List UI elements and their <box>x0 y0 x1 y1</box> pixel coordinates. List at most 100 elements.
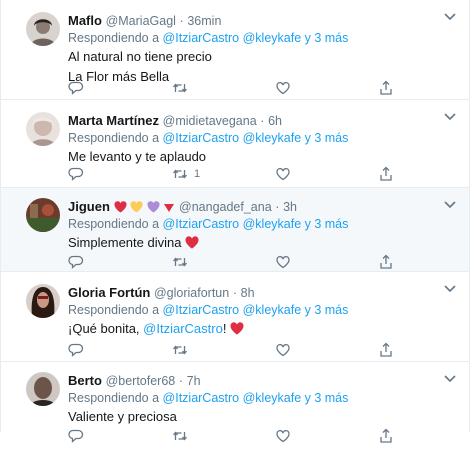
reply-button[interactable] <box>68 80 84 96</box>
like-icon <box>275 166 291 182</box>
replying-to-label: Respondiendo a <box>68 303 160 317</box>
user-handle[interactable]: @gloriafortun <box>154 286 229 300</box>
tweet-text-line: Me levanto y te aplaudo <box>68 149 207 164</box>
user-handle[interactable]: @bertofer68 <box>106 374 176 388</box>
share-button[interactable] <box>378 428 394 444</box>
share-icon <box>378 254 394 270</box>
separator-dot: · <box>275 200 280 214</box>
replying-to-label: Respondiendo a <box>68 217 160 231</box>
tweet-text: Simplemente divina <box>68 233 455 253</box>
tweet-gloria[interactable]: Gloria Fortún @gloriafortun · 8h Respond… <box>1 272 469 362</box>
separator-dot: · <box>178 374 184 388</box>
retweet-button[interactable] <box>172 342 194 358</box>
avatar[interactable] <box>26 284 60 318</box>
avatar[interactable] <box>26 372 60 406</box>
tweet-text-line: Valiente y preciosa <box>68 409 177 424</box>
share-icon <box>378 428 394 444</box>
name-emoji-red-heart <box>114 199 127 214</box>
replying-to: Respondiendo a @ItziarCastro @kleykafe y… <box>68 389 455 407</box>
retweet-button[interactable] <box>172 254 194 270</box>
user-handle[interactable]: @MariaGagl <box>106 14 176 28</box>
tweet-text-line: Simplemente divina <box>68 235 182 250</box>
name-emoji-yellow-heart <box>130 199 143 214</box>
reply-icon <box>68 166 84 182</box>
tweet-marta[interactable]: Marta Martínez @midietavegana · 6h Respo… <box>1 100 469 188</box>
retweet-icon <box>172 80 188 96</box>
timestamp[interactable]: 3h <box>283 200 297 214</box>
display-name[interactable]: Gloria Fortún <box>68 285 150 300</box>
like-button[interactable] <box>275 80 291 96</box>
retweet-button[interactable]: 1 <box>172 166 200 182</box>
share-icon <box>378 342 394 358</box>
reply-icon <box>68 428 84 444</box>
tweet-jiguen[interactable]: Jiguen @nangadef_ana · 3h Respondiendo a… <box>1 188 469 272</box>
like-icon <box>275 254 291 270</box>
retweet-button[interactable] <box>172 428 194 444</box>
caret-down-icon[interactable] <box>443 110 457 121</box>
tweet-actions: 1 <box>68 166 398 182</box>
replying-to: Respondiendo a @ItziarCastro @kleykafe y… <box>68 129 455 147</box>
tweet-berto[interactable]: Berto @bertofer68 · 7h Respondiendo a @I… <box>1 362 469 452</box>
reply-icon <box>68 342 84 358</box>
reply-button[interactable] <box>68 254 84 270</box>
share-button[interactable] <box>378 342 394 358</box>
retweet-count: 1 <box>194 168 201 180</box>
retweet-icon <box>172 254 188 270</box>
display-name[interactable]: Marta Martínez <box>68 113 159 128</box>
replying-to: Respondiendo a @ItziarCastro @kleykafe y… <box>68 301 455 319</box>
like-button[interactable] <box>275 342 291 358</box>
tweet-actions <box>68 80 398 96</box>
like-icon <box>275 428 291 444</box>
retweet-icon <box>172 428 188 444</box>
reply-button[interactable] <box>68 428 84 444</box>
user-handle[interactable]: @nangadef_ana <box>179 200 272 214</box>
display-name[interactable]: Jiguen <box>68 199 110 214</box>
like-button[interactable] <box>275 254 291 270</box>
tweet-text-prefix: ¡Qué bonita, <box>68 321 144 336</box>
share-button[interactable] <box>378 166 394 182</box>
timestamp[interactable]: 36min <box>187 14 221 28</box>
tweet-actions <box>68 254 398 270</box>
separator-dot: · <box>260 114 265 128</box>
reply-icon <box>68 80 84 96</box>
replying-to-mentions[interactable]: @ItziarCastro @kleykafe y 3 más <box>163 31 349 45</box>
replying-to-mentions[interactable]: @ItziarCastro @kleykafe y 3 más <box>163 303 349 317</box>
replying-to: Respondiendo a @ItziarCastro @kleykafe y… <box>68 29 455 47</box>
user-handle[interactable]: @midietavegana <box>163 114 257 128</box>
replying-to-mentions[interactable]: @ItziarCastro @kleykafe y 3 más <box>163 391 349 405</box>
tweet-text: Valiente y preciosa <box>68 407 455 427</box>
tweet-actions <box>68 428 398 444</box>
timestamp[interactable]: 7h <box>187 374 201 388</box>
caret-down-icon[interactable] <box>443 282 457 293</box>
heart-emoji <box>185 235 199 250</box>
retweet-button[interactable] <box>172 80 194 96</box>
tweet-maflo[interactable]: Maflo @MariaGagl · 36min Respondiendo a … <box>1 0 469 100</box>
replying-to-mentions[interactable]: @ItziarCastro @kleykafe y 3 más <box>163 217 349 231</box>
like-icon <box>275 80 291 96</box>
avatar[interactable] <box>26 198 60 232</box>
like-button[interactable] <box>275 166 291 182</box>
caret-down-icon[interactable] <box>443 372 457 383</box>
share-button[interactable] <box>378 254 394 270</box>
reply-button[interactable] <box>68 166 84 182</box>
caret-down-icon[interactable] <box>443 198 457 209</box>
replying-to-label: Respondiendo a <box>68 31 160 45</box>
display-name[interactable]: Berto <box>68 373 102 388</box>
tweet-text: Me levanto y te aplaudo <box>68 147 455 167</box>
share-button[interactable] <box>378 80 394 96</box>
reply-button[interactable] <box>68 342 84 358</box>
like-button[interactable] <box>275 428 291 444</box>
caret-down-icon[interactable] <box>443 10 457 21</box>
reply-icon <box>68 254 84 270</box>
avatar[interactable] <box>26 12 60 46</box>
tweet-text-suffix: ! <box>222 321 227 336</box>
reply-feed: Maflo @MariaGagl · 36min Respondiendo a … <box>0 0 470 452</box>
timestamp[interactable]: 6h <box>268 114 282 128</box>
avatar[interactable] <box>26 112 60 146</box>
timestamp[interactable]: 8h <box>241 286 255 300</box>
display-name[interactable]: Maflo <box>68 13 102 28</box>
separator-dot: · <box>179 14 184 28</box>
tweet-text-mention[interactable]: @ItziarCastro <box>143 321 223 336</box>
replying-to-mentions[interactable]: @ItziarCastro @kleykafe y 3 más <box>163 131 349 145</box>
share-icon <box>378 80 394 96</box>
